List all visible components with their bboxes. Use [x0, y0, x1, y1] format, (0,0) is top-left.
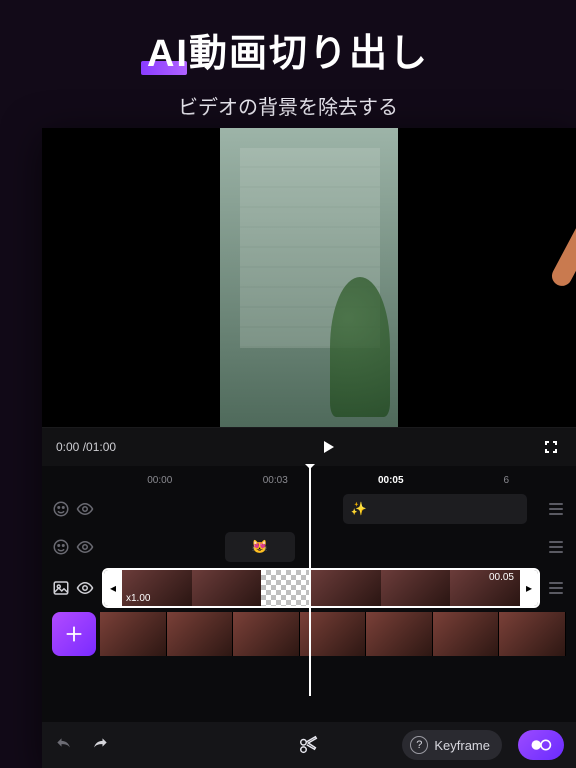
filmstrip-frame[interactable]	[366, 612, 433, 656]
transparent-segment	[261, 570, 311, 606]
ruler-tick: 00:03	[218, 475, 334, 486]
emoji-icon[interactable]	[52, 538, 70, 556]
preview-subject	[540, 128, 576, 408]
time-ruler[interactable]: 00:00 00:03 00:05 6	[42, 466, 576, 490]
drag-handle-icon[interactable]	[546, 532, 566, 562]
track-controls	[52, 538, 96, 556]
help-icon: ?	[410, 736, 428, 754]
timecode: 0:00 /01:00	[56, 440, 116, 454]
preview-original-bg	[220, 128, 398, 427]
transport-bar: 0:00 /01:00	[42, 428, 576, 466]
clip-sparkle[interactable]: ✨	[343, 494, 527, 524]
clip-hearteyes[interactable]: 😻	[225, 532, 295, 562]
image-icon[interactable]	[52, 579, 70, 597]
filmstrip-frame[interactable]	[433, 612, 500, 656]
fullscreen-icon	[543, 439, 559, 455]
page-title: AI動画切り出し	[147, 22, 429, 77]
scissors-icon	[298, 734, 320, 756]
clip-emoji: ✨	[351, 501, 367, 517]
trim-left-handle[interactable]: ◂	[104, 570, 122, 606]
track-controls	[52, 579, 96, 597]
mask-icon	[530, 737, 552, 753]
fullscreen-button[interactable]	[540, 436, 562, 458]
eye-icon[interactable]	[76, 538, 94, 556]
timeline-tracks: 00:00 00:03 00:05 6 ✨	[42, 466, 576, 660]
redo-button[interactable]	[90, 735, 110, 755]
play-icon	[320, 439, 336, 455]
eye-icon[interactable]	[76, 500, 94, 518]
keyframe-button[interactable]: ? Keyframe	[402, 730, 502, 760]
play-button[interactable]	[317, 436, 339, 458]
mask-toggle-button[interactable]	[518, 730, 564, 760]
filmstrip-frame[interactable]	[167, 612, 234, 656]
emoji-icon[interactable]	[52, 500, 70, 518]
clip-emoji: 😻	[252, 539, 268, 555]
filmstrip-frame[interactable]	[300, 612, 367, 656]
trim-right-handle[interactable]: ▸	[520, 570, 538, 606]
clip-speed-label: x1.00	[126, 593, 150, 604]
filmstrip-frame[interactable]	[100, 612, 167, 656]
keyframe-label: Keyframe	[434, 738, 490, 753]
redo-icon	[90, 735, 110, 755]
ruler-tick: 6	[449, 475, 565, 486]
track-row-sticker-2: 😻	[42, 528, 576, 566]
preview-area[interactable]	[42, 128, 576, 428]
drag-handle-icon[interactable]	[546, 494, 566, 524]
track-controls	[52, 500, 96, 518]
filmstrip-frame[interactable]	[499, 612, 566, 656]
bottom-toolbar: ? Keyframe	[42, 722, 576, 768]
track-row-sticker-1: ✨	[42, 490, 576, 528]
filmstrip	[52, 612, 566, 656]
page-subtitle: ビデオの背景を除去する	[0, 91, 576, 120]
ruler-tick: 00:00	[102, 475, 218, 486]
drag-handle-icon[interactable]	[546, 573, 566, 603]
preview-removed-bg	[42, 128, 220, 427]
add-media-button[interactable]	[52, 612, 96, 656]
plus-icon	[63, 623, 85, 645]
track-row-video: ◂ ▸ x1.00 00.05	[42, 566, 576, 610]
clip-end-time: 00.05	[489, 572, 514, 583]
clip-main-video[interactable]: ◂ ▸ x1.00 00.05	[102, 568, 540, 608]
cut-button[interactable]	[298, 734, 320, 756]
eye-icon[interactable]	[76, 579, 94, 597]
filmstrip-frame[interactable]	[233, 612, 300, 656]
video-editor-panel: 0:00 /01:00 00:00 00:03 00:05 6	[42, 128, 576, 768]
undo-button[interactable]	[54, 735, 74, 755]
ruler-tick-active: 00:05	[333, 475, 449, 486]
undo-icon	[54, 735, 74, 755]
